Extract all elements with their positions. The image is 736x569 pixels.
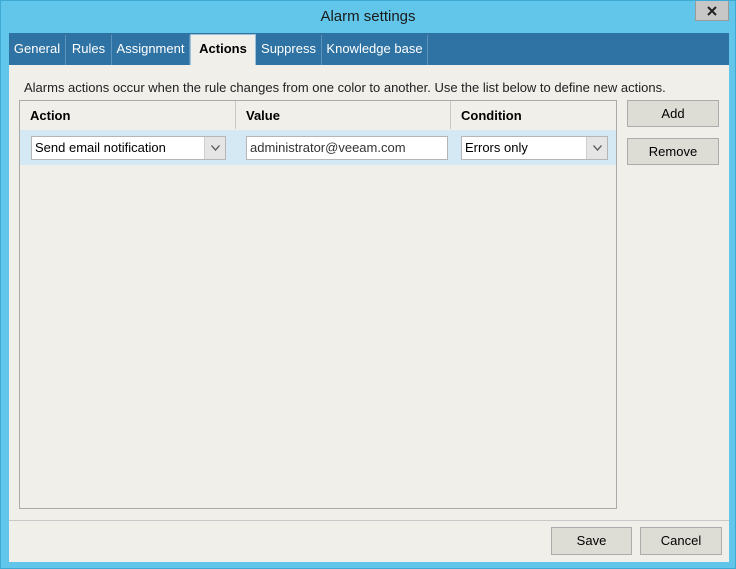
- actions-panel: Alarms actions occur when the rule chang…: [9, 65, 729, 520]
- remove-button[interactable]: Remove: [627, 138, 719, 165]
- close-icon: [707, 5, 717, 16]
- tab-bar: General Rules Assignment Actions Suppres…: [9, 33, 729, 65]
- table-header: Action Value Condition: [20, 101, 616, 129]
- condition-select-value: Errors only: [465, 140, 528, 155]
- alarm-settings-window: Alarm settings General Rules Assignment …: [0, 0, 736, 569]
- table-row[interactable]: Send email notification administrator@ve…: [20, 130, 616, 165]
- tab-assignment[interactable]: Assignment: [112, 35, 190, 65]
- tab-rules[interactable]: Rules: [66, 35, 112, 65]
- action-select-value: Send email notification: [35, 140, 166, 155]
- action-select[interactable]: Send email notification: [31, 136, 226, 160]
- tab-suppress[interactable]: Suppress: [256, 35, 322, 65]
- dialog-footer: Save Cancel: [9, 521, 729, 562]
- actions-table: Action Value Condition Send email notifi…: [19, 100, 617, 509]
- condition-select[interactable]: Errors only: [461, 136, 608, 160]
- column-header-condition[interactable]: Condition: [451, 101, 616, 129]
- chevron-down-icon[interactable]: [586, 137, 607, 159]
- actions-description: Alarms actions occur when the rule chang…: [24, 80, 666, 95]
- save-button[interactable]: Save: [551, 527, 632, 555]
- column-header-action[interactable]: Action: [20, 101, 236, 129]
- value-input[interactable]: administrator@veeam.com: [246, 136, 448, 160]
- tab-general[interactable]: General: [9, 35, 66, 65]
- chevron-down-icon[interactable]: [204, 137, 225, 159]
- column-header-value[interactable]: Value: [236, 101, 451, 129]
- title-bar: Alarm settings: [1, 1, 735, 33]
- close-button[interactable]: [695, 1, 729, 21]
- add-button[interactable]: Add: [627, 100, 719, 127]
- tab-knowledge-base[interactable]: Knowledge base: [322, 35, 428, 65]
- cancel-button[interactable]: Cancel: [640, 527, 722, 555]
- tab-actions[interactable]: Actions: [190, 34, 256, 65]
- value-input-text: administrator@veeam.com: [250, 140, 406, 155]
- window-title: Alarm settings: [320, 8, 416, 25]
